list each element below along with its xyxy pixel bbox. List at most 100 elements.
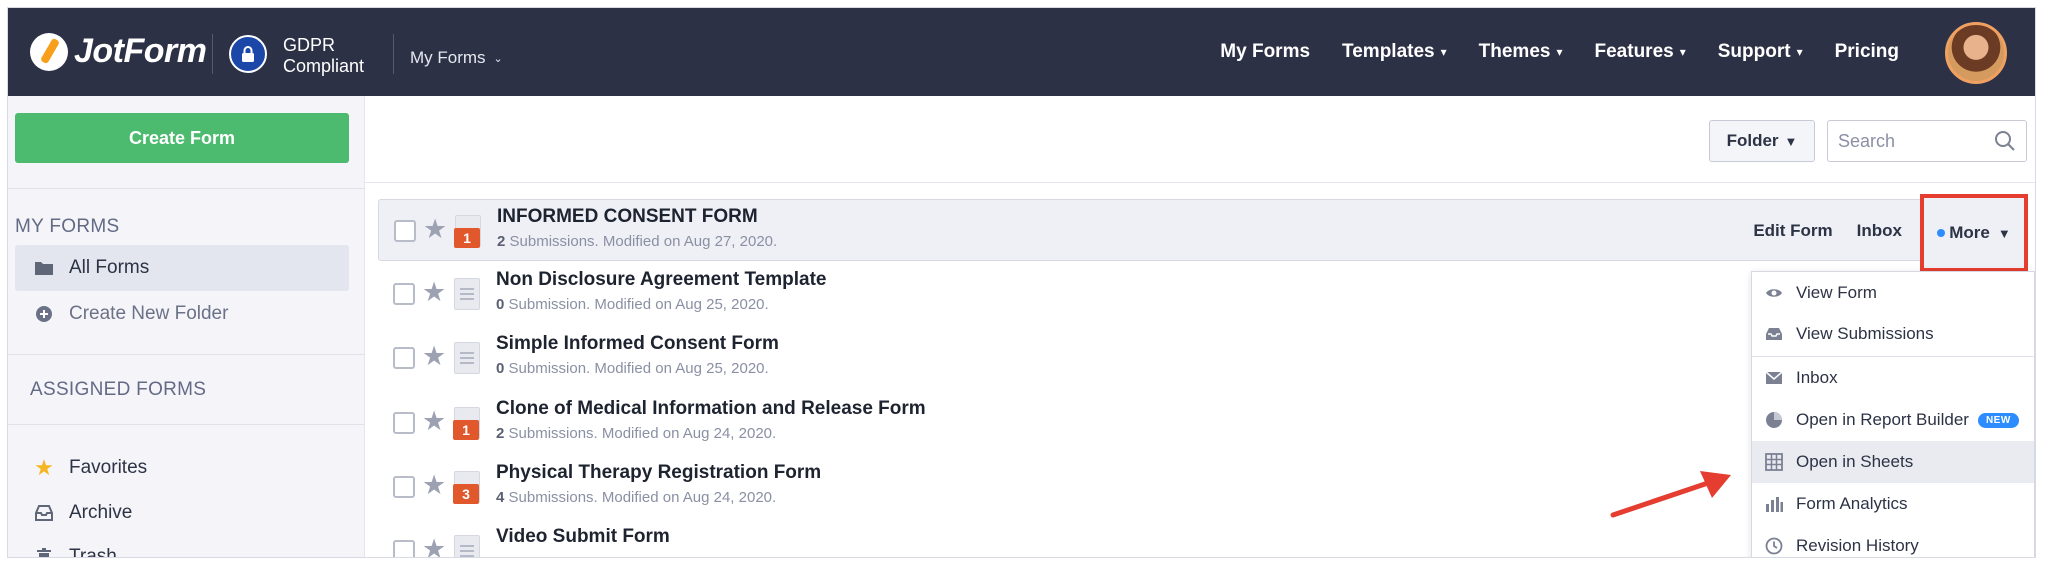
form-title[interactable]: Non Disclosure Agreement Template [496, 269, 826, 291]
more-button[interactable]: More ▼ [1920, 194, 2028, 272]
grid-table-icon [1764, 453, 1784, 471]
create-form-button[interactable]: Create Form [15, 113, 349, 163]
form-title[interactable]: Simple Informed Consent Form [496, 333, 779, 355]
form-doc-icon: 1 [454, 215, 481, 248]
nav-item-label: Support [1717, 41, 1791, 62]
form-doc-icon [454, 535, 480, 557]
my-forms-dropdown-label: My Forms [410, 48, 486, 67]
menu-item-label: Form Analytics [1796, 494, 1908, 513]
caret-down-icon: ▾ [1440, 45, 1447, 59]
row-actions: Edit Form Inbox [1741, 200, 1914, 262]
search-input[interactable] [1838, 130, 1988, 152]
trash-icon [33, 548, 55, 557]
nav-item-themes[interactable]: Themes ▾ [1463, 41, 1579, 63]
nav-item-support[interactable]: Support ▾ [1702, 41, 1819, 63]
star-icon[interactable]: ★ [422, 406, 446, 436]
forms-toolbar: Folder ▼ [365, 96, 2035, 183]
caret-down-icon: ▾ [1796, 45, 1803, 59]
form-meta-text: Submissions. Modified on Aug 24, 2020. [504, 489, 777, 506]
header-divider [212, 34, 213, 74]
sidebar-item-all-forms[interactable]: All Forms [15, 245, 349, 291]
user-avatar[interactable] [1945, 22, 2007, 84]
inbox-button[interactable]: Inbox [1845, 221, 1914, 241]
edit-form-button[interactable]: Edit Form [1741, 221, 1844, 241]
nav-item-label: Pricing [1834, 41, 1899, 62]
sidebar-divider [8, 354, 365, 355]
sidebar-divider [8, 424, 365, 425]
star-icon[interactable]: ★ [422, 534, 446, 557]
notification-dot [1937, 229, 1946, 237]
row-checkbox[interactable] [393, 347, 415, 369]
menu-item-label: Inbox [1796, 368, 1838, 387]
sidebar-item-create-folder[interactable]: Create New Folder [15, 291, 349, 337]
menu-item-report-builder[interactable]: Open in Report Builder NEW [1752, 399, 2034, 441]
sidebar-item-label: All Forms [69, 257, 150, 278]
nav-item-pricing[interactable]: Pricing [1819, 41, 1915, 63]
my-forms-dropdown[interactable]: My Forms ⌄ [410, 48, 503, 68]
row-checkbox[interactable] [394, 220, 416, 242]
sidebar-item-label: Trash [69, 546, 117, 558]
chevron-down-icon: ⌄ [493, 52, 503, 65]
caret-down-icon: ▾ [1679, 45, 1686, 59]
menu-item-inbox[interactable]: Inbox [1752, 357, 2034, 399]
app-frame: JotForm GDPR Compliant My Forms ⌄ My For… [7, 7, 2036, 558]
eye-icon [1764, 287, 1784, 299]
unread-badge: 3 [453, 484, 479, 504]
star-icon: ★ [34, 455, 54, 480]
folder-icon [33, 260, 55, 276]
folder-button[interactable]: Folder ▼ [1709, 120, 1815, 162]
form-meta-text: Submission. Modified on Aug 25, 2020. [504, 360, 769, 377]
gdpr-line2: Compliant [283, 56, 365, 76]
unread-badge: 1 [453, 420, 479, 440]
nav-item-label: My Forms [1220, 41, 1311, 62]
inbox-tray-icon [1764, 327, 1784, 341]
my-forms-heading: MY FORMS [15, 216, 120, 237]
row-checkbox[interactable] [393, 283, 415, 305]
sidebar-item-favorites[interactable]: ★ Favorites [15, 445, 349, 491]
jotform-logo[interactable]: JotForm [30, 32, 207, 71]
pie-chart-icon [1764, 411, 1784, 429]
row-checkbox[interactable] [393, 412, 415, 434]
form-title[interactable]: INFORMED CONSENT FORM [497, 206, 758, 228]
row-checkbox[interactable] [393, 476, 415, 498]
row-checkbox[interactable] [393, 540, 415, 557]
logo-text: JotForm [74, 32, 207, 70]
folder-button-label: Folder [1726, 131, 1779, 150]
envelope-icon [1764, 371, 1784, 385]
clock-icon [1764, 537, 1784, 555]
nav-item-my-forms[interactable]: My Forms [1204, 41, 1326, 63]
menu-item-revision-history[interactable]: Revision History [1752, 525, 2034, 557]
sidebar-divider [8, 188, 365, 189]
form-title[interactable]: Physical Therapy Registration Form [496, 462, 821, 484]
form-row[interactable]: ★ 1 INFORMED CONSENT FORM 2 Submissions.… [378, 194, 2028, 272]
nav-item-templates[interactable]: Templates ▾ [1326, 41, 1463, 63]
menu-item-open-in-sheets[interactable]: Open in Sheets [1752, 441, 2034, 483]
plus-circle-icon [33, 305, 55, 323]
bar-chart-icon [1764, 496, 1784, 512]
star-icon[interactable]: ★ [422, 277, 446, 307]
menu-item-form-analytics[interactable]: Form Analytics [1752, 483, 2034, 525]
more-button-label: More [1949, 223, 1990, 242]
form-doc-icon [454, 342, 480, 374]
form-meta-text: Submission. Modified on Aug 25, 2020. [504, 296, 769, 313]
nav-item-label: Features [1594, 41, 1674, 62]
sidebar-item-archive[interactable]: Archive [15, 490, 349, 536]
main-nav: My Forms Templates ▾ Themes ▾ Features ▾ Suppor… [1204, 8, 1915, 96]
menu-item-view-submissions[interactable]: View Submissions [1752, 313, 2034, 355]
sidebar-item-trash[interactable]: Trash [15, 534, 349, 558]
star-icon[interactable]: ★ [422, 341, 446, 371]
archive-tray-icon [33, 505, 55, 521]
star-icon[interactable]: ★ [422, 470, 446, 500]
search-icon[interactable] [1994, 130, 2016, 152]
menu-item-label: View Form [1796, 283, 1877, 302]
caret-down-icon: ▼ [1997, 225, 2011, 241]
nav-item-features[interactable]: Features ▾ [1579, 41, 1702, 63]
form-title[interactable]: Video Submit Form [496, 526, 670, 548]
form-meta: 0 Submission. Modified on Aug 25, 2020. [496, 296, 769, 313]
menu-item-label: Revision History [1796, 536, 1919, 555]
form-doc-icon [454, 278, 480, 310]
form-title[interactable]: Clone of Medical Information and Release… [496, 398, 926, 420]
star-icon[interactable]: ★ [423, 214, 447, 244]
sidebar-item-label: Create New Folder [69, 303, 229, 324]
menu-item-view-form[interactable]: View Form [1752, 272, 2034, 314]
